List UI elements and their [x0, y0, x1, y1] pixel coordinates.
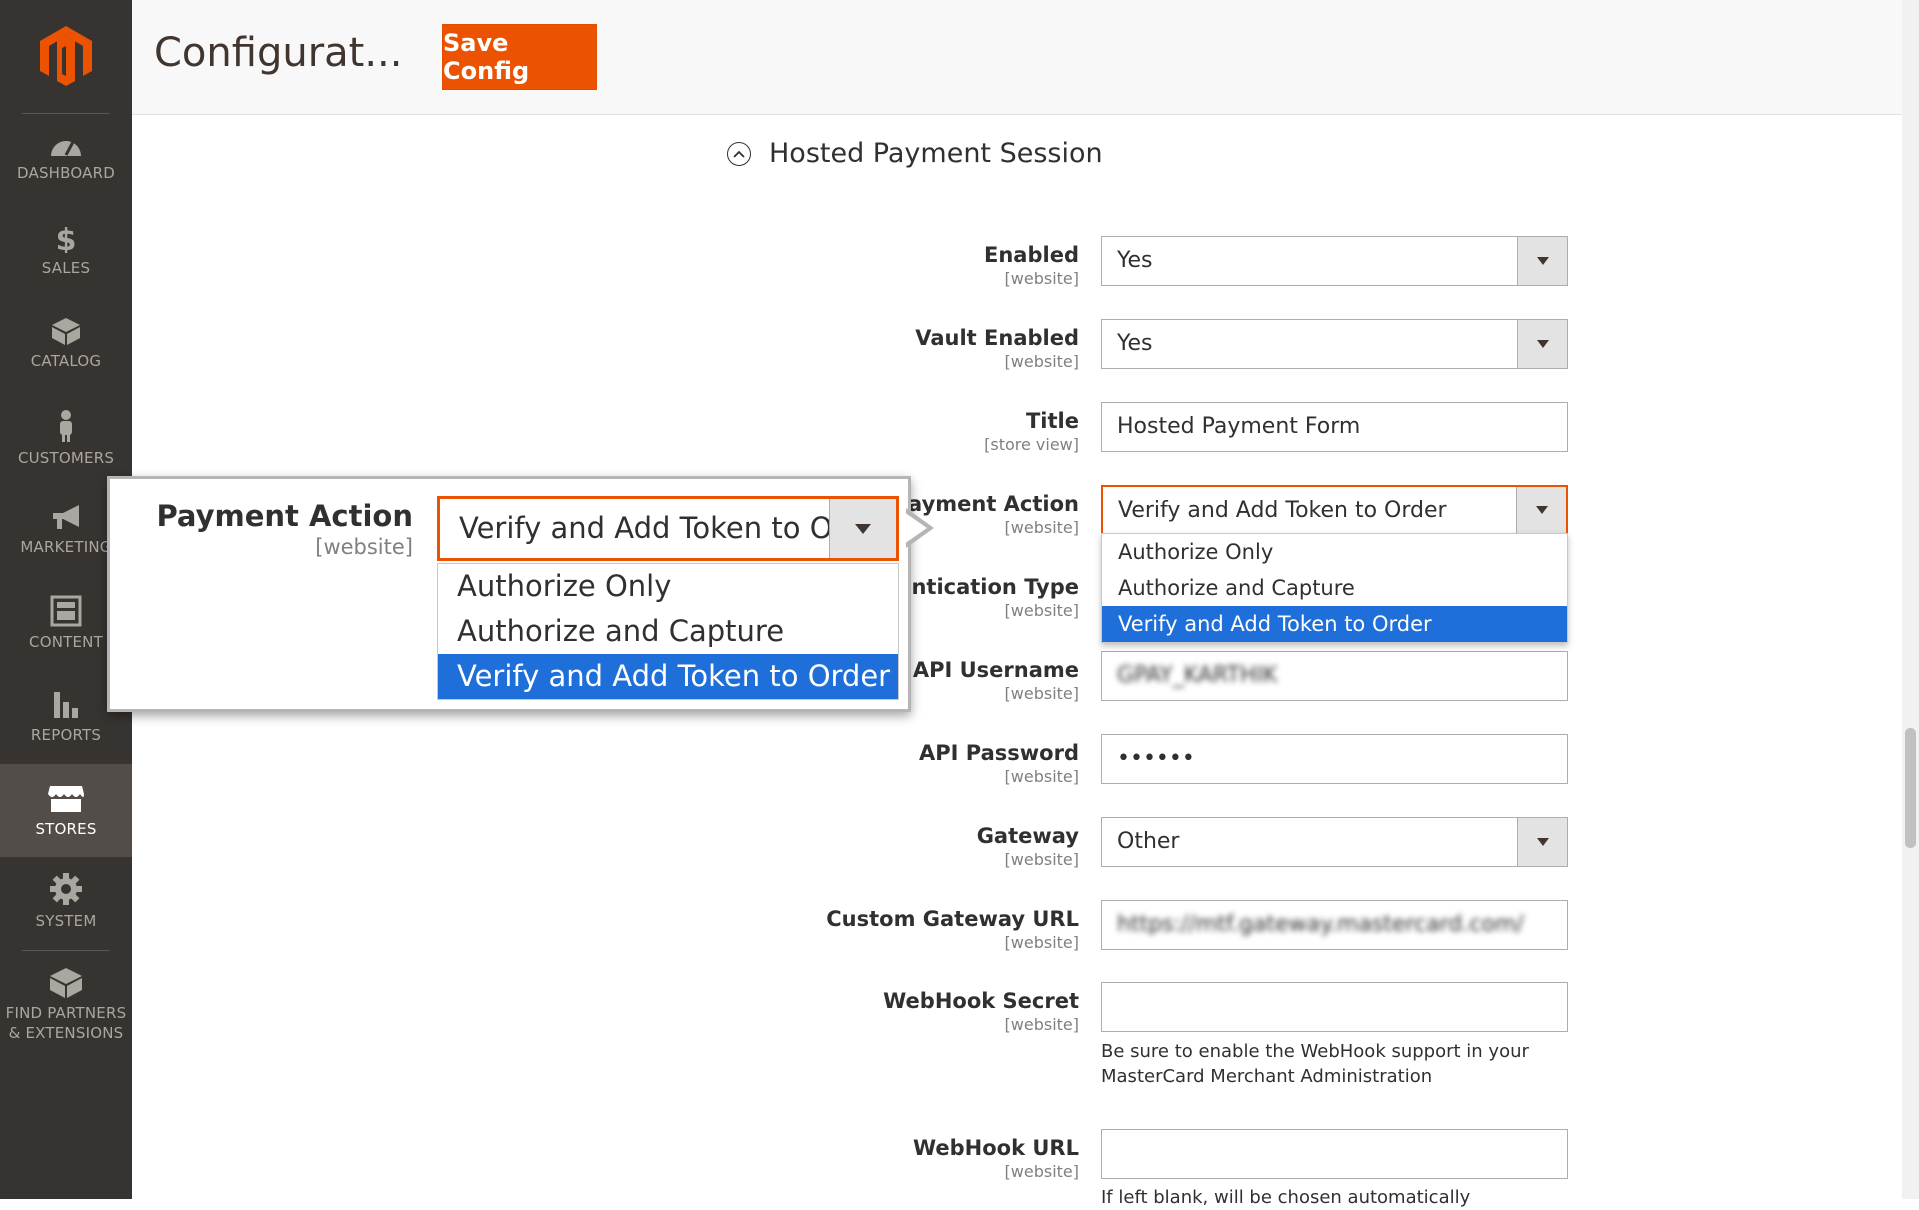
page-header: Configurat... Save Config — [132, 0, 1919, 115]
callout-option-authorize-only[interactable]: Authorize Only — [438, 564, 898, 609]
nav-label: CUSTOMERS — [17, 449, 115, 467]
field-label: Enabled — [984, 243, 1079, 267]
vault-enabled-select[interactable]: Yes — [1101, 319, 1568, 369]
svg-text:$: $ — [56, 223, 77, 253]
input-value: Hosted Payment Form — [1117, 414, 1361, 439]
magento-logo[interactable] — [37, 24, 95, 88]
field-scope: [website] — [1004, 352, 1079, 371]
dollar-icon: $ — [56, 223, 77, 253]
field-scope: [website] — [1004, 1162, 1079, 1181]
chevron-down-icon — [1516, 487, 1566, 533]
nav-label: SALES — [41, 259, 91, 277]
field-label: Title — [1025, 409, 1079, 433]
payment-action-options: Authorize Only Authorize and Capture Ver… — [1101, 533, 1568, 643]
layout-icon — [50, 595, 82, 627]
input-value: https://mtf.gateway.mastercard.com/ — [1117, 912, 1524, 937]
nav-find-partners[interactable]: FIND PARTNERS & EXTENSIONS — [0, 966, 132, 1076]
field-scope: [website] — [1004, 1015, 1079, 1034]
nav-divider — [22, 113, 110, 114]
option-authorize-only[interactable]: Authorize Only — [1102, 534, 1567, 570]
nav-label: SYSTEM — [35, 912, 97, 930]
enabled-select[interactable]: Yes — [1101, 236, 1568, 286]
callout-scope: [website] — [315, 535, 413, 559]
chevron-down-icon — [829, 499, 896, 558]
field-label: WebHook Secret — [883, 989, 1079, 1013]
field-scope: [website] — [1004, 850, 1079, 869]
chevron-down-icon — [1517, 320, 1567, 368]
nav-catalog[interactable]: CATALOG — [0, 316, 132, 409]
field-scope: [store view] — [984, 435, 1079, 454]
select-value: Yes — [1117, 248, 1153, 273]
field-scope: [website] — [1004, 933, 1079, 952]
nav-label-line1: FIND PARTNERS — [5, 1004, 127, 1022]
zoom-callout: Payment Action [website] Verify and Add … — [107, 476, 911, 712]
nav-label: STORES — [35, 820, 97, 838]
nav-label: REPORTS — [30, 726, 102, 744]
save-config-button[interactable]: Save Config — [442, 24, 597, 90]
collapse-icon — [727, 141, 751, 166]
callout-label: Payment Action — [156, 499, 413, 533]
gateway-select[interactable]: Other — [1101, 817, 1568, 867]
payment-action-select[interactable]: Verify and Add Token to Order — [1101, 485, 1568, 535]
webhook-url-input[interactable] — [1101, 1129, 1568, 1179]
field-label: API Username — [912, 658, 1079, 682]
select-value: Other — [1117, 829, 1180, 854]
scrollbar-thumb[interactable] — [1905, 728, 1916, 848]
field-label: API Password — [919, 741, 1079, 765]
nav-label-line2: & EXTENSIONS — [8, 1024, 124, 1042]
option-authorize-and-capture[interactable]: Authorize and Capture — [1102, 570, 1567, 606]
nav-stores[interactable]: STORES — [0, 764, 132, 857]
select-value: Yes — [1117, 331, 1153, 356]
gear-icon — [50, 873, 82, 905]
input-value: GPAY_KARTHIK — [1117, 663, 1278, 688]
callout-option-verify-add-token[interactable]: Verify and Add Token to Order — [438, 654, 898, 699]
callout-payment-action-select[interactable]: Verify and Add Token to Or — [437, 496, 899, 561]
page-scrollbar[interactable] — [1902, 0, 1919, 1199]
field-scope: [website] — [1004, 767, 1079, 786]
field-label: Vault Enabled — [915, 326, 1079, 350]
nav-label: DASHBOARD — [17, 164, 115, 182]
callout-option-authorize-and-capture[interactable]: Authorize and Capture — [438, 609, 898, 654]
callout-pointer-fill — [904, 512, 927, 544]
section-title: Hosted Payment Session — [769, 138, 1103, 169]
nav-divider — [22, 950, 110, 951]
box-icon — [52, 318, 80, 345]
title-input[interactable]: Hosted Payment Form — [1101, 402, 1568, 452]
field-label: Gateway — [976, 824, 1079, 848]
chevron-down-icon — [1517, 818, 1567, 866]
callout-select-value: Verify and Add Token to Or — [459, 511, 829, 545]
api-username-input[interactable]: GPAY_KARTHIK — [1101, 651, 1568, 701]
webhook-secret-input[interactable] — [1101, 982, 1568, 1032]
field-label: Custom Gateway URL — [826, 907, 1079, 931]
custom-gateway-url-input[interactable]: https://mtf.gateway.mastercard.com/ — [1101, 900, 1568, 950]
field-label: WebHook URL — [912, 1136, 1079, 1160]
page-title: Configurat... — [154, 30, 403, 76]
option-verify-add-token[interactable]: Verify and Add Token to Order — [1102, 606, 1567, 642]
field-note: If left blank, will be chosen automatica… — [1101, 1187, 1471, 1208]
bar-chart-icon — [54, 692, 78, 718]
callout-options: Authorize Only Authorize and Capture Ver… — [437, 563, 899, 700]
nav-system[interactable]: SYSTEM — [0, 872, 132, 965]
section-toggle[interactable]: Hosted Payment Session — [727, 138, 1103, 169]
store-icon — [48, 786, 84, 812]
nav-sales[interactable]: $ SALES — [0, 223, 132, 316]
megaphone-icon — [53, 505, 79, 529]
api-password-input[interactable]: •••••• — [1101, 734, 1568, 784]
nav-dashboard[interactable]: DASHBOARD — [0, 130, 132, 223]
select-value: Verify and Add Token to Order — [1118, 498, 1447, 523]
blocks-icon — [50, 968, 82, 998]
input-value: •••••• — [1117, 746, 1195, 771]
field-note: Be sure to enable the WebHook support in… — [1101, 1041, 1529, 1087]
dashboard-icon — [51, 141, 81, 156]
person-icon — [60, 410, 72, 442]
chevron-down-icon — [1517, 237, 1567, 285]
nav-label: CATALOG — [30, 352, 102, 370]
field-scope: [website] — [1004, 269, 1079, 288]
field-scope: [website] — [1004, 684, 1079, 703]
